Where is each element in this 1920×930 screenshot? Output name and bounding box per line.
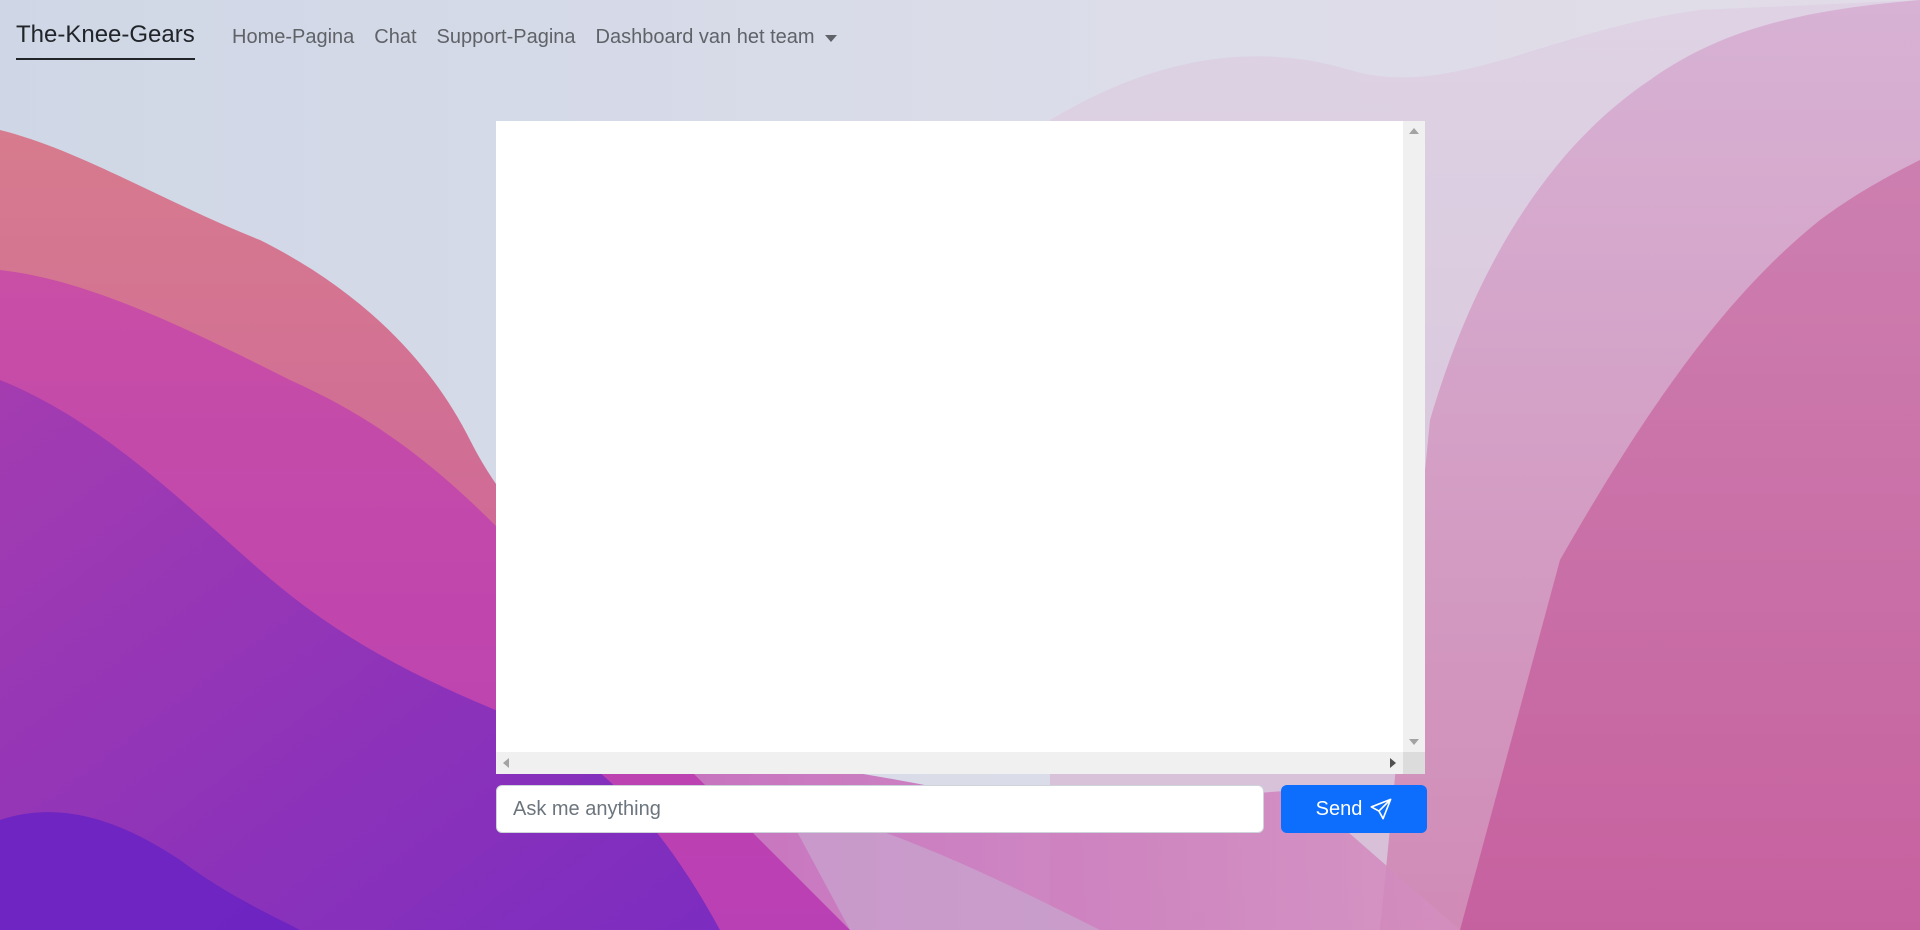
chat-messages-area [496,121,1403,752]
nav-link-home[interactable]: Home-Pagina [222,23,364,51]
scroll-up-arrow-icon[interactable] [1409,128,1419,134]
chat-window [496,121,1425,774]
caret-down-icon [824,34,837,42]
nav-link-support[interactable]: Support-Pagina [427,23,586,51]
scroll-right-arrow-icon[interactable] [1390,758,1396,768]
nav-dropdown-team-dashboard[interactable]: Dashboard van het team [586,23,847,51]
horizontal-scrollbar[interactable] [496,752,1403,774]
send-button-label: Send [1315,797,1363,820]
top-navbar: The-Knee-Gears Home-Pagina Chat Support-… [0,0,1920,72]
scrollbar-corner [1403,752,1425,774]
nav-link-chat[interactable]: Chat [364,23,426,51]
scroll-left-arrow-icon[interactable] [503,758,509,768]
brand-link[interactable]: The-Knee-Gears [16,20,195,60]
nav-dropdown-label: Dashboard van het team [595,26,815,48]
chat-input[interactable] [496,785,1264,833]
vertical-scrollbar[interactable] [1403,121,1425,752]
send-icon [1370,798,1392,820]
send-button[interactable]: Send [1281,785,1427,833]
scroll-down-arrow-icon[interactable] [1409,739,1419,745]
nav-links: Home-Pagina Chat Support-Pagina Dashboar… [222,23,847,51]
